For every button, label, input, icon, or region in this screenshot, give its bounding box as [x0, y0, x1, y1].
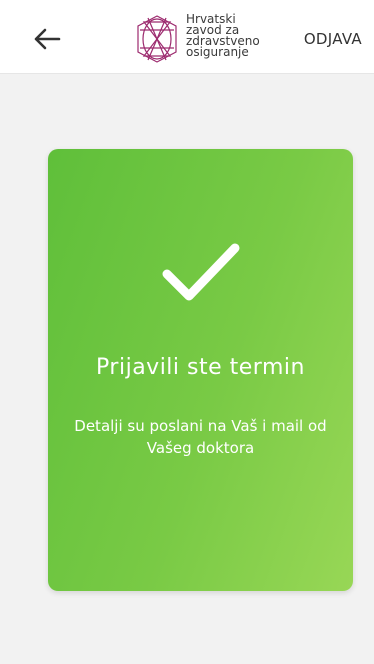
confirmation-message: Detalji su poslani na Vaš i mail od Vaše…: [74, 417, 327, 457]
arrow-left-icon: [34, 28, 61, 50]
back-button[interactable]: [32, 26, 62, 52]
confirmation-card: Prijavili ste termin Detalji su poslani …: [48, 149, 353, 591]
checkmark-icon: [162, 243, 239, 301]
logo-line-4: osiguranje: [186, 45, 249, 59]
hzzo-logo: Hrvatski zavod za zdravstveno osiguranje: [134, 13, 276, 64]
top-bar: Hrvatski zavod za zdravstveno osiguranje…: [0, 0, 374, 74]
hzzo-logo-icon: [137, 15, 177, 63]
logout-button[interactable]: ODJAVA: [304, 30, 362, 48]
confirmation-title: Prijavili ste termin: [96, 355, 305, 380]
logo-text: Hrvatski zavod za zdravstveno osiguranje: [186, 13, 276, 59]
